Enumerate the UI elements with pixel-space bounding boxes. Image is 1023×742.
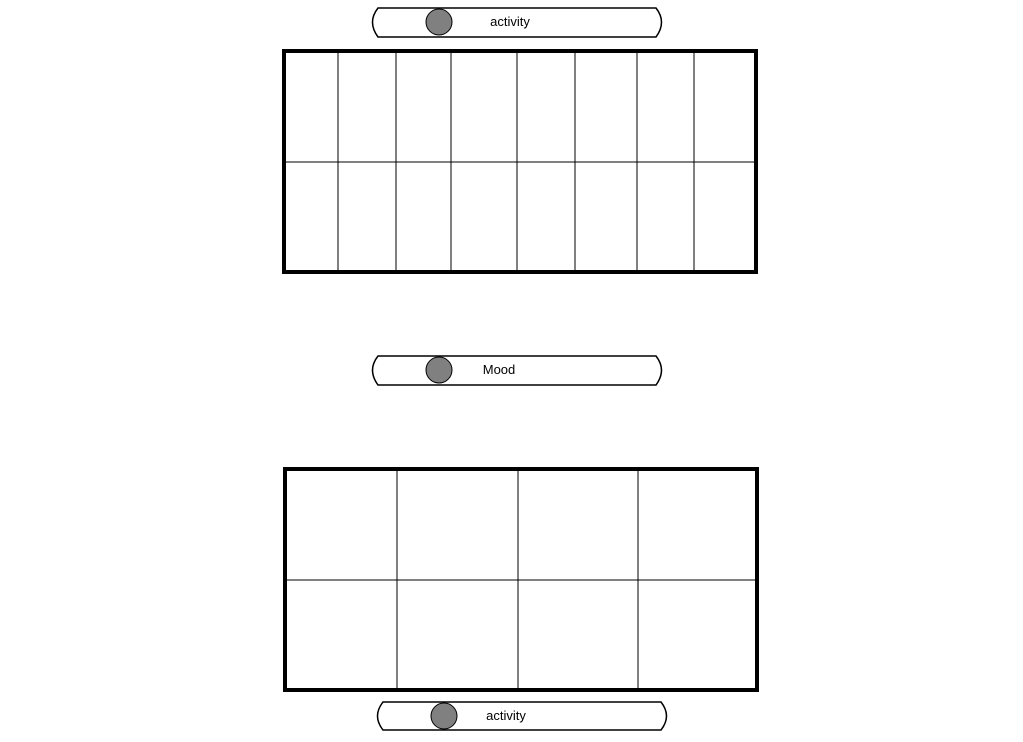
activity-toggle-bottom[interactable]: activity (376, 701, 668, 731)
top-grid-cell[interactable] (519, 53, 573, 160)
diagram-canvas: activity Mood activity (282, 7, 759, 731)
bottom-grid (283, 467, 759, 692)
bottom-grid-cell[interactable] (287, 471, 395, 578)
activity-toggle-bottom-label: activity (486, 708, 526, 723)
top-grid-cell[interactable] (340, 164, 394, 270)
bottom-grid-cell[interactable] (640, 582, 755, 688)
bottom-grid-cell[interactable] (640, 471, 755, 578)
activity-toggle-top-label: activity (490, 14, 530, 29)
top-grid-cell[interactable] (639, 164, 692, 270)
bottom-grid-cell[interactable] (520, 471, 636, 578)
activity-toggle-bottom-knob[interactable] (430, 702, 458, 730)
top-grid-cell[interactable] (286, 53, 336, 160)
bottom-grid-cell[interactable] (287, 582, 395, 688)
mood-toggle-knob[interactable] (425, 356, 453, 384)
mood-toggle[interactable]: Mood (371, 355, 663, 386)
top-grid-cell[interactable] (453, 53, 515, 160)
top-grid (282, 49, 758, 274)
top-grid-cell[interactable] (577, 53, 635, 160)
activity-toggle-top-knob[interactable] (425, 8, 453, 36)
top-grid-cell[interactable] (639, 53, 692, 160)
top-grid-cell[interactable] (519, 164, 573, 270)
top-grid-cell[interactable] (286, 164, 336, 270)
top-grid-cell[interactable] (696, 164, 754, 270)
bottom-grid-cell[interactable] (399, 471, 516, 578)
top-grid-cell[interactable] (577, 164, 635, 270)
bottom-grid-cell[interactable] (399, 582, 516, 688)
top-grid-cell[interactable] (398, 53, 449, 160)
mood-toggle-label: Mood (483, 362, 516, 377)
bottom-grid-cell[interactable] (520, 582, 636, 688)
activity-toggle-top[interactable]: activity (371, 7, 663, 38)
top-grid-cell[interactable] (696, 53, 754, 160)
mood-toggle-track (371, 355, 663, 386)
top-grid-cell[interactable] (340, 53, 394, 160)
top-grid-cell[interactable] (453, 164, 515, 270)
top-grid-cell[interactable] (398, 164, 449, 270)
